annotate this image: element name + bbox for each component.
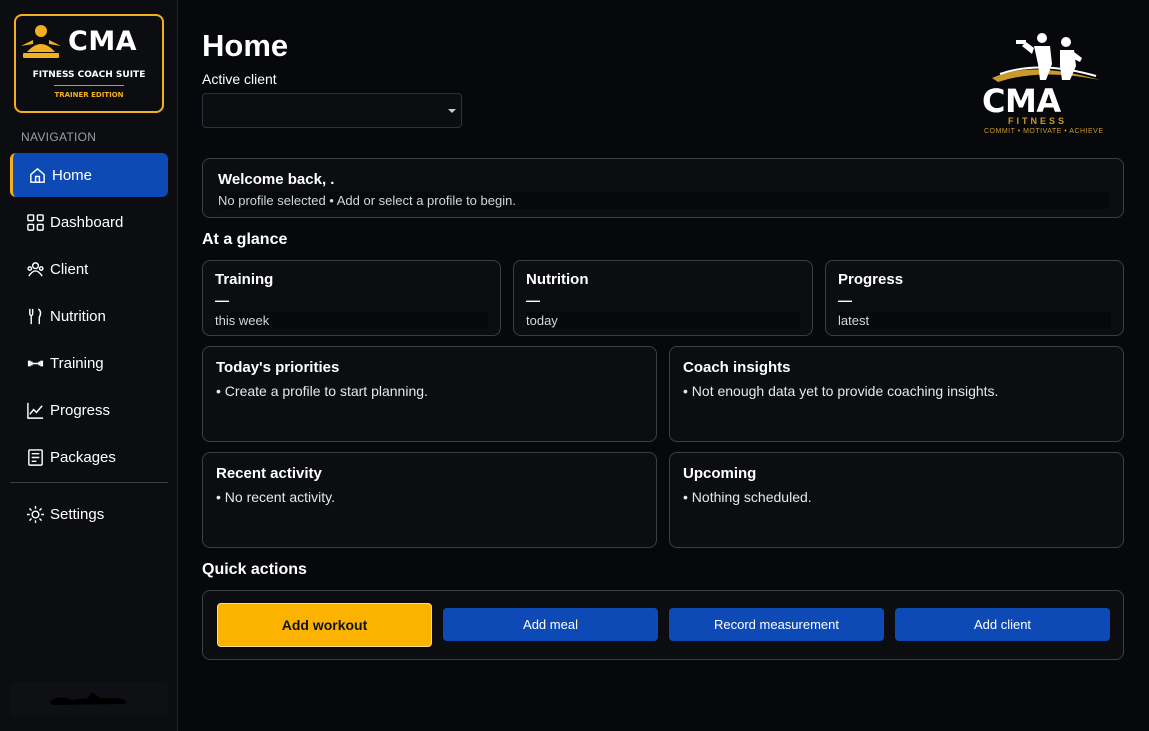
nav-heading: NAVIGATION: [21, 130, 97, 144]
sidebar-item-dashboard[interactable]: Dashboard: [10, 200, 168, 244]
coach-figure-icon: [21, 25, 61, 58]
insights-panel: Coach insights • Not enough data yet to …: [669, 346, 1124, 442]
page-title: Home: [202, 28, 289, 63]
stat-title: Progress: [838, 271, 904, 288]
fitness-logo: CMA FITNESS COMMIT • MOTIVATE • ACHIEVE: [978, 30, 1108, 140]
sidebar-item-home[interactable]: Home: [10, 153, 168, 197]
quick-actions-heading: Quick actions: [202, 561, 307, 578]
sidebar-item-training[interactable]: Training: [10, 341, 168, 385]
athletes-icon: [992, 33, 1100, 82]
sidebar-item-label: Client: [50, 260, 89, 278]
add-client-button[interactable]: Add client: [895, 608, 1110, 641]
panel-body: • Create a profile to start planning.: [216, 383, 428, 399]
training-stat-card: Training — this week: [202, 260, 501, 336]
panel-title: Upcoming: [683, 465, 757, 482]
home-icon: [26, 165, 48, 185]
sidebar-item-label: Training: [50, 354, 104, 372]
stat-value: —: [838, 292, 852, 308]
footer-logo-icon: [50, 692, 127, 705]
brand-subtitle: FITNESS COACH SUITE: [32, 70, 146, 80]
dumbbell-icon: [24, 353, 46, 373]
active-client-select[interactable]: [202, 93, 462, 128]
glance-heading: At a glance: [202, 231, 288, 248]
stat-subtitle: today: [526, 312, 800, 329]
sidebar-item-label: Home: [52, 166, 93, 184]
stat-title: Nutrition: [526, 271, 589, 288]
users-icon: [24, 259, 46, 279]
welcome-subtitle: No profile selected • Add or select a pr…: [218, 192, 1109, 209]
welcome-card: Welcome back, . No profile selected • Ad…: [202, 158, 1124, 218]
chart-line-icon: [24, 400, 46, 420]
utensils-icon: [24, 306, 46, 326]
nutrition-stat-card: Nutrition — today: [513, 260, 813, 336]
add-meal-button[interactable]: Add meal: [443, 608, 658, 641]
brand-divider: [54, 85, 124, 86]
brand-edition: TRAINER EDITION: [54, 91, 124, 99]
stat-subtitle: latest: [838, 312, 1111, 329]
sidebar-item-label: Nutrition: [50, 307, 106, 325]
progress-stat-card: Progress — latest: [825, 260, 1124, 336]
sidebar-item-label: Dashboard: [50, 213, 124, 231]
sidebar-item-settings[interactable]: Settings: [10, 492, 168, 536]
sidebar-item-progress[interactable]: Progress: [10, 388, 168, 432]
sidebar-item-label: Progress: [50, 401, 111, 419]
stat-subtitle: this week: [215, 312, 488, 329]
welcome-title: Welcome back, .: [218, 171, 335, 188]
gear-icon: [24, 504, 46, 524]
sidebar-item-packages[interactable]: Packages: [10, 435, 168, 479]
sidebar-item-label: Settings: [50, 505, 105, 523]
panel-body: • No recent activity.: [216, 489, 336, 505]
sidebar-footer: [10, 682, 168, 716]
panel-body: • Nothing scheduled.: [683, 489, 812, 505]
panel-title: Recent activity: [216, 465, 322, 482]
nav-divider: [10, 482, 168, 483]
recent-activity-panel: Recent activity • No recent activity.: [202, 452, 657, 548]
grid-icon: [24, 212, 46, 232]
brand-logo: CMA FITNESS COACH SUITE TRAINER EDITION: [14, 14, 164, 113]
add-workout-button[interactable]: Add workout: [217, 603, 432, 647]
client-select-label: Active client: [202, 71, 277, 87]
sidebar: CMA FITNESS COACH SUITE TRAINER EDITION …: [0, 0, 178, 731]
stat-value: —: [526, 292, 540, 308]
panel-title: Today's priorities: [216, 359, 340, 376]
panel-title: Coach insights: [683, 359, 791, 376]
logo-word: CMA: [982, 82, 1061, 120]
priorities-panel: Today's priorities • Create a profile to…: [202, 346, 657, 442]
upcoming-panel: Upcoming • Nothing scheduled.: [669, 452, 1124, 548]
stat-title: Training: [215, 271, 274, 288]
stat-value: —: [215, 292, 229, 308]
brand-title: CMA: [68, 26, 138, 57]
quick-actions-panel: Add workout Add meal Record measurement …: [202, 590, 1124, 660]
logo-tagline: COMMIT • MOTIVATE • ACHIEVE: [984, 128, 1104, 135]
document-icon: [24, 447, 46, 467]
logo-sub: FITNESS: [1008, 116, 1068, 126]
panel-body: • Not enough data yet to provide coachin…: [683, 383, 999, 399]
sidebar-item-client[interactable]: Client: [10, 247, 168, 291]
chevron-down-icon: [448, 109, 456, 113]
record-measurement-button[interactable]: Record measurement: [669, 608, 884, 641]
sidebar-item-label: Packages: [50, 448, 116, 466]
sidebar-item-nutrition[interactable]: Nutrition: [10, 294, 168, 338]
